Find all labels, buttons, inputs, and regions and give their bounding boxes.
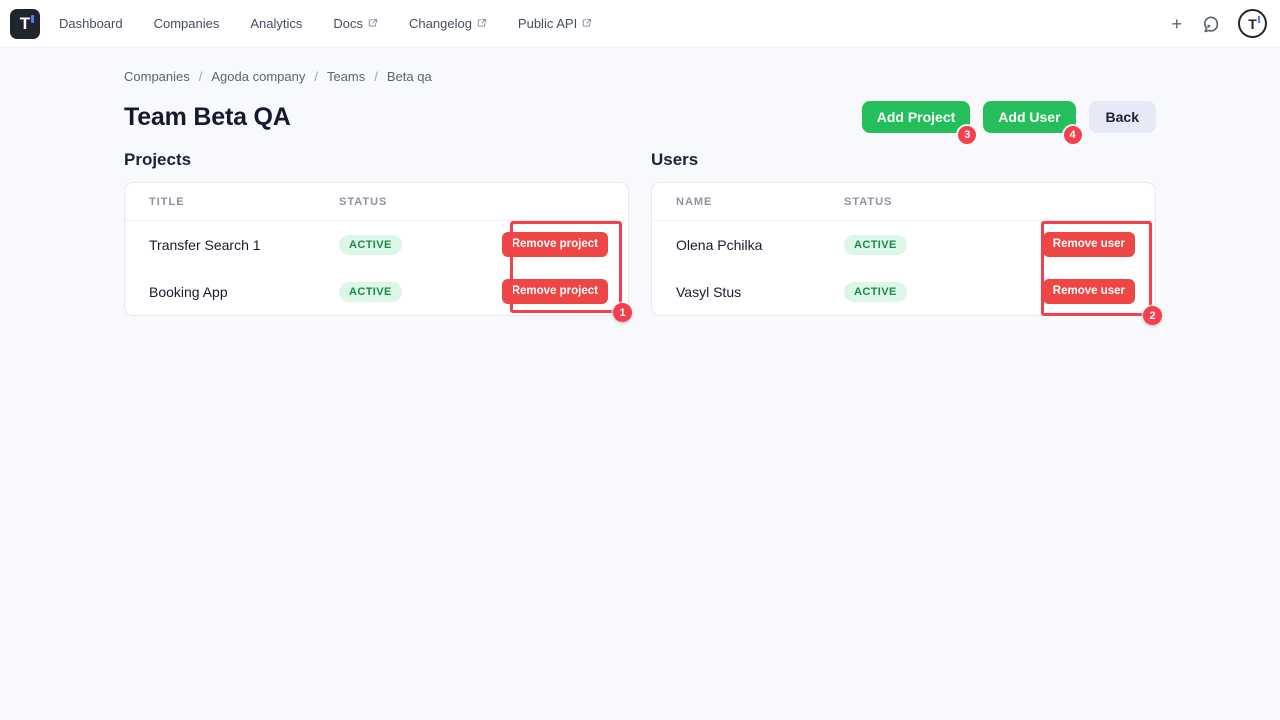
status-badge: ACTIVE [844, 282, 907, 302]
app-logo-letter: T [20, 15, 30, 32]
avatar-letter: T [1248, 17, 1257, 31]
add-project-label: Add Project [877, 109, 956, 125]
nav-item-dashboard[interactable]: Dashboard [59, 17, 123, 30]
remove-user-label: Remove user [1053, 238, 1125, 250]
nav-item-label: Companies [154, 17, 220, 30]
projects-table-header: TITLE STATUS [125, 183, 628, 221]
remove-user-button[interactable]: Remove user [1043, 232, 1135, 257]
remove-project-button[interactable]: Remove project [502, 232, 608, 257]
remove-project-button[interactable]: Remove project [502, 279, 608, 304]
nav-item-docs[interactable]: Docs [333, 17, 378, 30]
user-status-cell: ACTIVE [844, 282, 1043, 302]
plus-icon[interactable]: + [1169, 13, 1184, 35]
remove-project-label: Remove project [512, 285, 598, 297]
project-title: Transfer Search 1 [149, 237, 339, 253]
status-badge: ACTIVE [339, 282, 402, 302]
column-header-name: NAME [676, 196, 844, 208]
external-link-icon [582, 18, 592, 28]
add-user-button[interactable]: Add User 4 [983, 101, 1075, 133]
project-title: Booking App [149, 284, 339, 300]
nav-item-label: Analytics [250, 17, 302, 30]
external-link-icon [368, 18, 378, 28]
breadcrumb: Companies / Agoda company / Teams / Beta… [124, 69, 1156, 84]
project-status-cell: ACTIVE [339, 235, 502, 255]
support-headset-icon[interactable] [1201, 14, 1221, 34]
nav-item-label: Docs [333, 17, 363, 30]
column-header-status: STATUS [339, 196, 387, 208]
main-nav: Dashboard Companies Analytics Docs Chang… [59, 17, 592, 30]
project-status-cell: ACTIVE [339, 282, 502, 302]
nav-item-analytics[interactable]: Analytics [250, 17, 302, 30]
nav-item-label: Changelog [409, 17, 472, 30]
nav-item-public-api[interactable]: Public API [518, 17, 592, 30]
column-header-status: STATUS [844, 196, 892, 208]
remove-user-label: Remove user [1053, 285, 1125, 297]
column-header-title: TITLE [149, 196, 339, 208]
title-row: Team Beta QA Add Project 3 Add User 4 Ba… [124, 101, 1156, 133]
users-section: Users NAME STATUS Olena Pchilka ACTIVE R… [651, 150, 1156, 316]
user-status-cell: ACTIVE [844, 235, 1043, 255]
nav-item-label: Public API [518, 17, 577, 30]
breadcrumb-beta-qa[interactable]: Beta qa [387, 69, 432, 84]
account-avatar[interactable]: T [1238, 9, 1267, 38]
breadcrumb-agoda-company[interactable]: Agoda company [211, 69, 305, 84]
add-project-button[interactable]: Add Project 3 [862, 101, 971, 133]
nav-item-companies[interactable]: Companies [154, 17, 220, 30]
users-heading: Users [651, 150, 1156, 170]
users-table: NAME STATUS Olena Pchilka ACTIVE Remove … [651, 182, 1156, 316]
users-table-header: NAME STATUS [652, 183, 1155, 221]
projects-heading: Projects [124, 150, 629, 170]
user-row: Vasyl Stus ACTIVE Remove user [652, 268, 1155, 315]
status-badge: ACTIVE [339, 235, 402, 255]
breadcrumb-teams[interactable]: Teams [327, 69, 365, 84]
breadcrumb-separator: / [374, 69, 378, 84]
projects-section: Projects TITLE STATUS Transfer Search 1 … [124, 150, 629, 316]
user-name: Vasyl Stus [676, 284, 844, 300]
breadcrumb-companies[interactable]: Companies [124, 69, 190, 84]
back-button[interactable]: Back [1089, 101, 1156, 133]
nav-item-changelog[interactable]: Changelog [409, 17, 487, 30]
main-content: Companies / Agoda company / Teams / Beta… [0, 48, 1280, 316]
remove-project-label: Remove project [512, 238, 598, 250]
project-row: Booking App ACTIVE Remove project [125, 268, 628, 315]
breadcrumb-separator: / [314, 69, 318, 84]
external-link-icon [477, 18, 487, 28]
page-actions: Add Project 3 Add User 4 Back [862, 101, 1156, 133]
top-navbar: T Dashboard Companies Analytics Docs Cha… [0, 0, 1280, 48]
user-row: Olena Pchilka ACTIVE Remove user [652, 221, 1155, 268]
breadcrumb-separator: / [199, 69, 203, 84]
remove-user-button[interactable]: Remove user [1043, 279, 1135, 304]
navbar-right: + T [1169, 9, 1267, 38]
annotation-badge-4: 4 [1064, 126, 1082, 144]
add-user-label: Add User [998, 109, 1060, 125]
page-title: Team Beta QA [124, 103, 291, 132]
back-label: Back [1106, 109, 1139, 125]
content-columns: Projects TITLE STATUS Transfer Search 1 … [124, 150, 1156, 316]
projects-table: TITLE STATUS Transfer Search 1 ACTIVE Re… [124, 182, 629, 316]
annotation-badge-3: 3 [958, 126, 976, 144]
app-logo-accent [31, 15, 34, 23]
avatar-accent [1258, 16, 1260, 23]
user-name: Olena Pchilka [676, 237, 844, 253]
status-badge: ACTIVE [844, 235, 907, 255]
nav-item-label: Dashboard [59, 17, 123, 30]
project-row: Transfer Search 1 ACTIVE Remove project [125, 221, 628, 268]
app-logo[interactable]: T [10, 9, 40, 39]
